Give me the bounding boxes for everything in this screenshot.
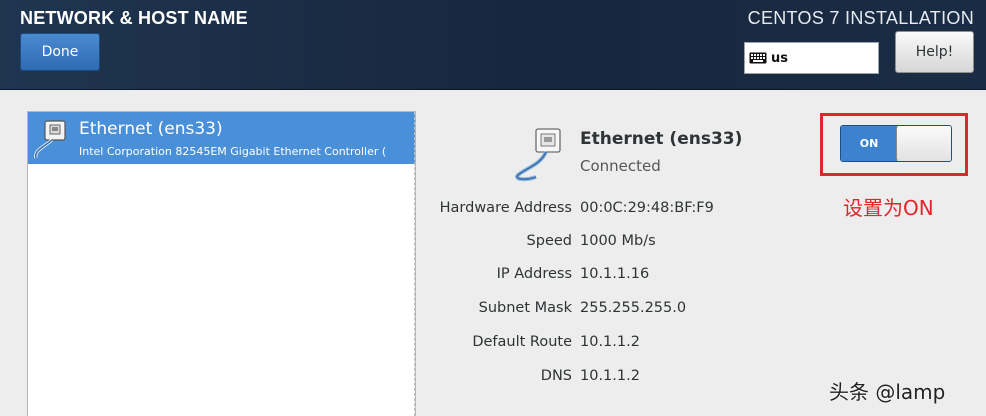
device-list-item[interactable]: Ethernet (ens33) Intel Corporation 82545… [28,112,415,164]
speed-value: 1000 Mb/s [580,233,656,249]
ip-address-value: 10.1.1.16 [580,266,650,282]
page-title: NETWORK & HOST NAME [20,8,248,28]
keyboard-icon [749,52,767,64]
dns-label: DNS [540,368,572,384]
device-description: Intel Corporation 82545EM Gigabit Ethern… [79,145,387,158]
watermark: 头条 @lamp [829,380,946,404]
default-route-value: 10.1.1.2 [580,334,640,350]
connection-name: Ethernet (ens33) [580,129,743,149]
subnet-mask-label: Subnet Mask [478,300,572,316]
done-button[interactable]: Done [20,33,100,71]
ethernet-icon [510,125,570,185]
device-name: Ethernet (ens33) [79,119,223,139]
ethernet-icon [32,118,72,160]
hardware-address-label: Hardware Address [439,200,572,216]
toggle-knob[interactable] [896,126,951,161]
device-list[interactable]: Ethernet (ens33) Intel Corporation 82545… [27,111,416,416]
dns-value: 10.1.1.2 [580,368,640,384]
hardware-address-value: 00:0C:29:48:BF:F9 [580,200,714,216]
connection-status: Connected [580,157,661,175]
speed-label: Speed [526,233,572,249]
keyboard-layout-label: us [771,50,788,66]
installation-title: CENTOS 7 INSTALLATION [747,8,974,28]
annotation-text: 设置为ON [843,196,934,220]
connection-toggle[interactable]: ON [840,125,952,162]
header-bar: NETWORK & HOST NAME Done CENTOS 7 INSTAL… [0,0,986,90]
ip-address-label: IP Address [496,266,572,282]
subnet-mask-value: 255.255.255.0 [580,300,687,316]
toggle-on-label: ON [841,126,897,161]
default-route-label: Default Route [472,334,572,350]
help-button[interactable]: Help! [895,31,974,73]
keyboard-layout-indicator[interactable]: us [744,42,879,74]
